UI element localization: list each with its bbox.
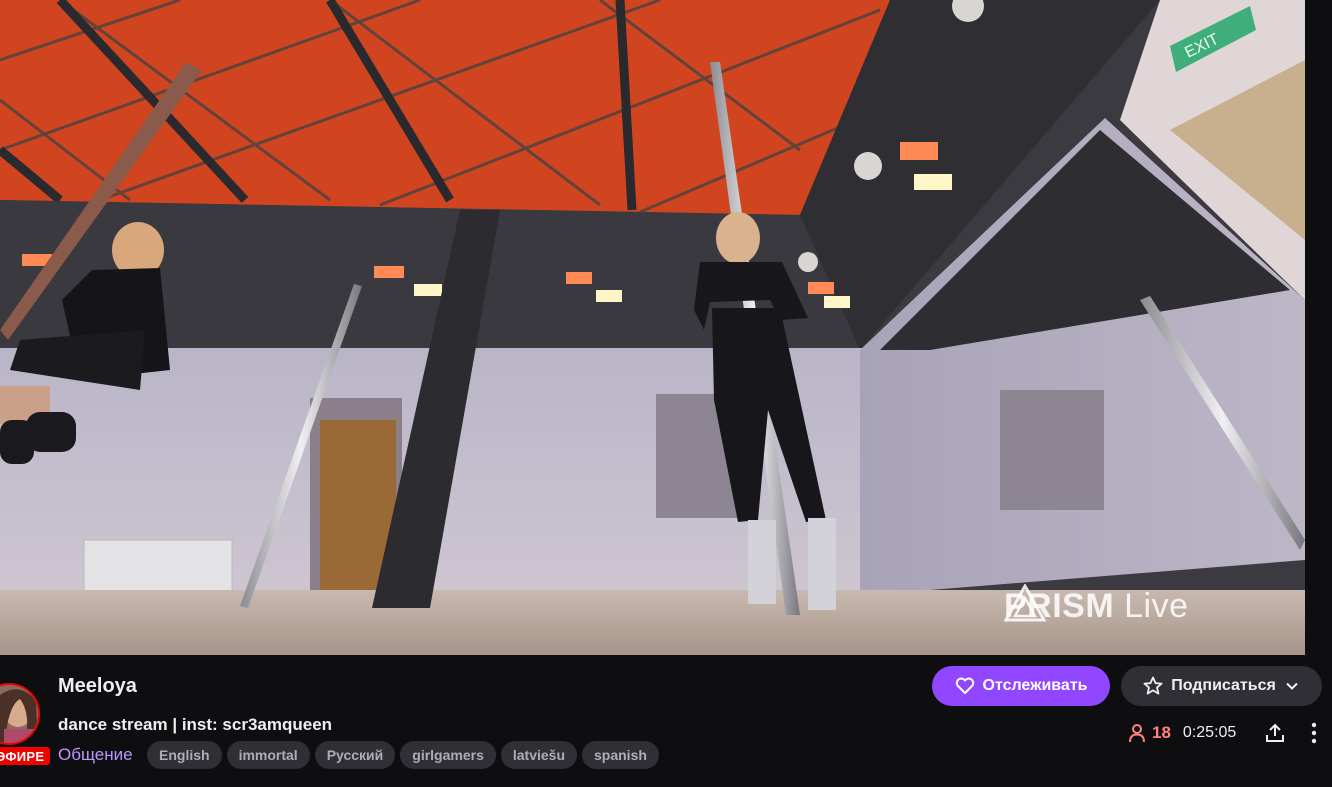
chevron-down-icon [1286,682,1298,690]
prism-logo-icon [1004,584,1046,622]
tag-spanish[interactable]: spanish [582,741,659,769]
heart-icon [955,677,974,694]
watermark-suffix: Live [1124,586,1189,625]
tag-immortal[interactable]: immortal [226,741,310,769]
more-vertical-icon [1311,722,1317,744]
subscribe-label: Подписаться [1171,677,1276,694]
follow-button[interactable]: Отслеживать [932,666,1110,706]
channel-avatar[interactable] [0,683,40,745]
tag-russian[interactable]: Русский [314,741,396,769]
follow-label: Отслеживать [982,677,1088,694]
person-icon [1129,724,1145,743]
stream-title: dance stream | inst: scr3amqueen [58,715,333,734]
live-badge: ЭФИРЕ [0,747,51,765]
star-icon [1143,676,1163,695]
viewer-count: 18 [1128,723,1171,743]
prism-live-watermark: PRISM Live [1004,584,1189,628]
video-frame: EXIT [0,0,1305,655]
stream-info-bar: ЭФИРЕ Meeloya dance stream | inst: scr3a… [0,655,1332,787]
tag-latviesu[interactable]: latviešu [500,741,577,769]
category-link[interactable]: Общение [58,745,133,765]
stream-uptime: 0:25:05 [1182,724,1237,741]
tag-list: English immortal Русский girlgamers latv… [147,741,659,769]
avatar-image [0,685,38,743]
subscribe-button[interactable]: Подписаться [1121,666,1322,706]
more-options-button[interactable] [1302,719,1326,747]
viewer-count-value: 18 [1152,723,1171,742]
share-icon [1266,723,1284,742]
tag-english[interactable]: English [147,741,222,769]
tag-girlgamers[interactable]: girlgamers [400,741,496,769]
channel-name[interactable]: Meeloya [58,675,137,698]
video-player[interactable]: EXIT PRISM Live [0,0,1305,655]
share-button[interactable] [1262,719,1288,747]
stream-stats: 18 0:25:05 [1128,719,1236,747]
player-edge [1305,0,1332,655]
